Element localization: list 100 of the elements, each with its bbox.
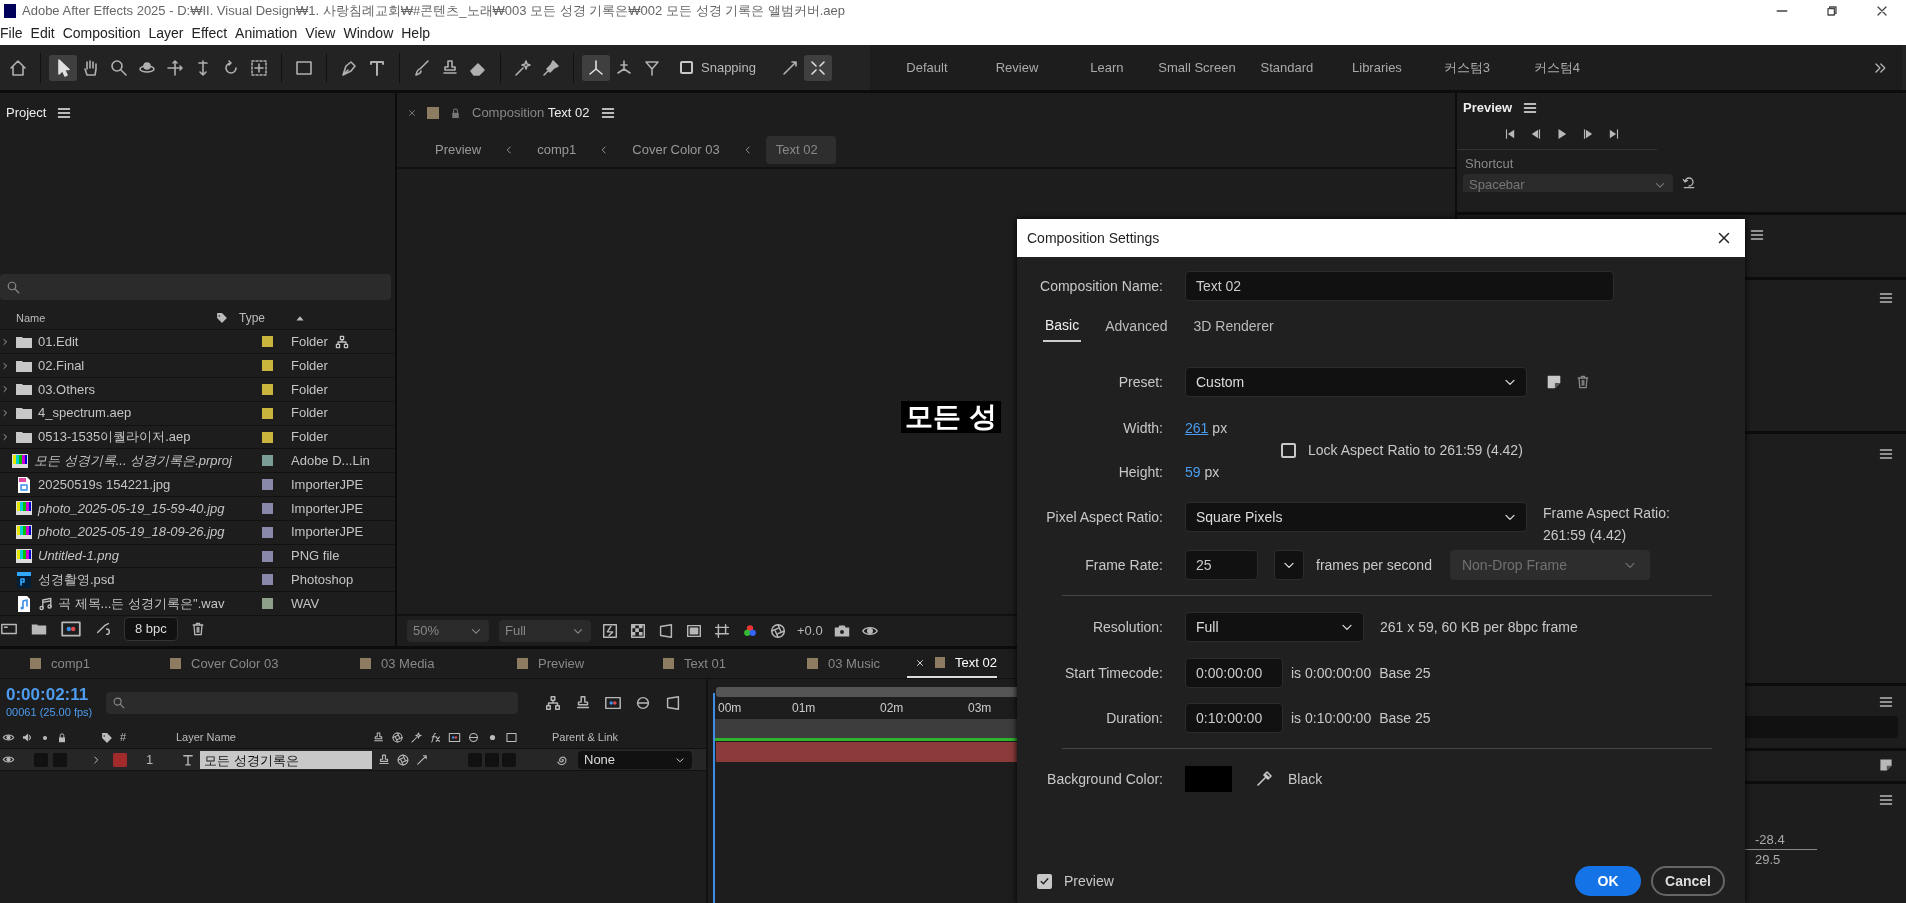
new-item-icon[interactable] (1878, 756, 1894, 773)
item-name[interactable]: photo_2025-05-19_18-09-26.jpg (38, 522, 225, 542)
timeline-tab[interactable]: Text 02 (907, 649, 997, 678)
height-value[interactable]: 59 (1185, 461, 1201, 483)
timecode-field[interactable]: 0:10:00:00 (1185, 703, 1283, 733)
speaker-icon[interactable] (21, 731, 34, 744)
skip-forward-icon[interactable] (1607, 127, 1621, 141)
ok-button[interactable]: OK (1575, 866, 1641, 896)
close-icon[interactable] (915, 657, 925, 668)
menu-icon[interactable] (599, 105, 616, 121)
checkbox[interactable] (1281, 442, 1296, 458)
width-value[interactable]: 261 (1185, 417, 1209, 439)
item-name[interactable]: Untitled-1.png (38, 546, 119, 566)
menu-item[interactable]: View (305, 23, 344, 44)
frame-blend-icon[interactable] (604, 694, 623, 712)
expand-icon[interactable] (0, 432, 10, 442)
guides-icon[interactable] (713, 622, 731, 640)
workspace-tab[interactable]: Default (881, 57, 972, 78)
search-field[interactable] (106, 692, 519, 714)
eyedropper-icon[interactable] (1254, 769, 1274, 789)
item-name[interactable]: 03.Others (38, 379, 96, 400)
lock-icon[interactable] (56, 731, 68, 744)
menu-item[interactable]: Layer (148, 23, 192, 44)
timeline-tab[interactable]: Cover Color 03 (140, 649, 330, 678)
search-field[interactable] (0, 274, 391, 301)
bit-depth-button[interactable]: 8 bpc (124, 617, 178, 641)
item-name[interactable]: photo_2025-05-19_15-59-40.jpg (38, 498, 225, 519)
name-field[interactable]: Text 02 (1185, 271, 1614, 301)
item-name[interactable]: 모든 성경기록... 성경기록은.prproj (34, 451, 232, 471)
mask-icon[interactable] (657, 622, 675, 640)
parent-dropdown[interactable]: None (578, 750, 692, 769)
timeline-tab[interactable]: 03 Media (330, 649, 487, 678)
item-name[interactable]: 4_spectrum.aep (38, 403, 132, 423)
tool-button[interactable] (803, 54, 832, 81)
tool-button[interactable] (49, 54, 77, 81)
resolution-dropdown[interactable]: Full (499, 620, 591, 642)
item-name[interactable]: 0513-1535이퀄라이저.aep (38, 427, 191, 447)
workspace-tab[interactable]: Small Screen (1151, 57, 1242, 78)
breadcrumb[interactable]: Text 02 (765, 136, 836, 164)
lock-icon[interactable] (449, 106, 462, 120)
menu-item[interactable]: File (0, 23, 31, 44)
fast-previews-icon[interactable] (601, 622, 619, 640)
skip-back-icon[interactable] (1503, 127, 1517, 141)
layer-name[interactable]: 모든 성경기록은 (200, 750, 372, 769)
menu-item[interactable]: Animation (235, 23, 306, 44)
workspace-tab[interactable]: Standard (1241, 57, 1332, 78)
item-name[interactable]: 성경촬영.psd (38, 570, 115, 590)
shy-icon[interactable] (377, 752, 391, 767)
label-swatch[interactable] (113, 752, 127, 767)
expand-icon[interactable] (0, 384, 10, 395)
flowchart-icon[interactable] (333, 333, 350, 350)
workspace-tab[interactable]: 커스텀4 (1511, 57, 1602, 78)
snapping-checkbox[interactable] (680, 61, 693, 74)
timeline-tab[interactable]: Text 01 (633, 649, 777, 678)
item-name[interactable]: 곡 제목...든 성경기록은".wav (58, 593, 225, 614)
timeline-tab[interactable]: Preview (487, 649, 633, 678)
menu-item[interactable]: Composition (62, 23, 149, 44)
dialog-tab[interactable]: 3D Renderer (1191, 310, 1276, 342)
timecode-field[interactable]: 0:00:00:00 (1185, 658, 1283, 688)
menu-icon[interactable] (56, 105, 73, 121)
timecode[interactable]: 0:00:02:11 (6, 685, 93, 704)
delete-icon[interactable] (1575, 374, 1591, 390)
expand-icon[interactable] (0, 408, 10, 419)
save-preset-icon[interactable] (1545, 373, 1563, 391)
zoom-dropdown[interactable]: 50% (407, 620, 489, 642)
breadcrumb[interactable]: Cover Color 03 (622, 136, 730, 164)
aperture-icon[interactable] (769, 622, 787, 640)
item-name[interactable]: 20250519s 154221.jpg (38, 474, 171, 495)
flowchart-icon[interactable] (544, 694, 563, 712)
resolution-dropdown[interactable]: Full (1185, 612, 1364, 642)
menu-item[interactable]: Help (401, 23, 439, 44)
item-name[interactable]: 02.Final (38, 355, 85, 376)
dialog-tab[interactable]: Advanced (1103, 310, 1170, 342)
timeline-tab[interactable]: 03 Music (777, 649, 907, 678)
workspace-tab[interactable]: Learn (1061, 57, 1152, 78)
tool-button[interactable] (582, 54, 610, 81)
expand-icon[interactable] (0, 336, 10, 347)
transparency-grid-icon[interactable] (629, 622, 647, 640)
item-name[interactable]: 01.Edit (38, 332, 79, 352)
checkbox[interactable] (1037, 873, 1052, 889)
frame-rate-field[interactable]: 25 (1185, 550, 1258, 580)
preset-dropdown[interactable]: Custom (1185, 367, 1527, 397)
eye-icon[interactable] (2, 753, 15, 766)
menu-item[interactable]: Edit (30, 23, 63, 44)
restore-icon[interactable] (1824, 3, 1840, 19)
timeline-tab[interactable]: comp1 (0, 649, 140, 678)
workspace-tab[interactable]: Libraries (1331, 57, 1422, 78)
pixel-aspect-dropdown[interactable]: Square Pixels (1185, 502, 1527, 532)
workspace-tab[interactable]: 커스텀3 (1421, 57, 1512, 78)
eye-icon[interactable] (2, 731, 15, 744)
region-icon[interactable] (685, 622, 703, 640)
menu-icon[interactable] (1522, 100, 1539, 116)
color-swatch[interactable] (1185, 766, 1232, 792)
menu-item[interactable]: Window (343, 23, 402, 44)
workspace-tab[interactable]: Review (971, 57, 1062, 78)
dialog-tab[interactable]: Basic (1043, 310, 1082, 342)
cancel-button[interactable]: Cancel (1651, 866, 1725, 896)
breadcrumb[interactable]: comp1 (527, 136, 587, 164)
menu-item[interactable]: Effect (191, 23, 236, 44)
expand-icon[interactable] (0, 360, 10, 371)
